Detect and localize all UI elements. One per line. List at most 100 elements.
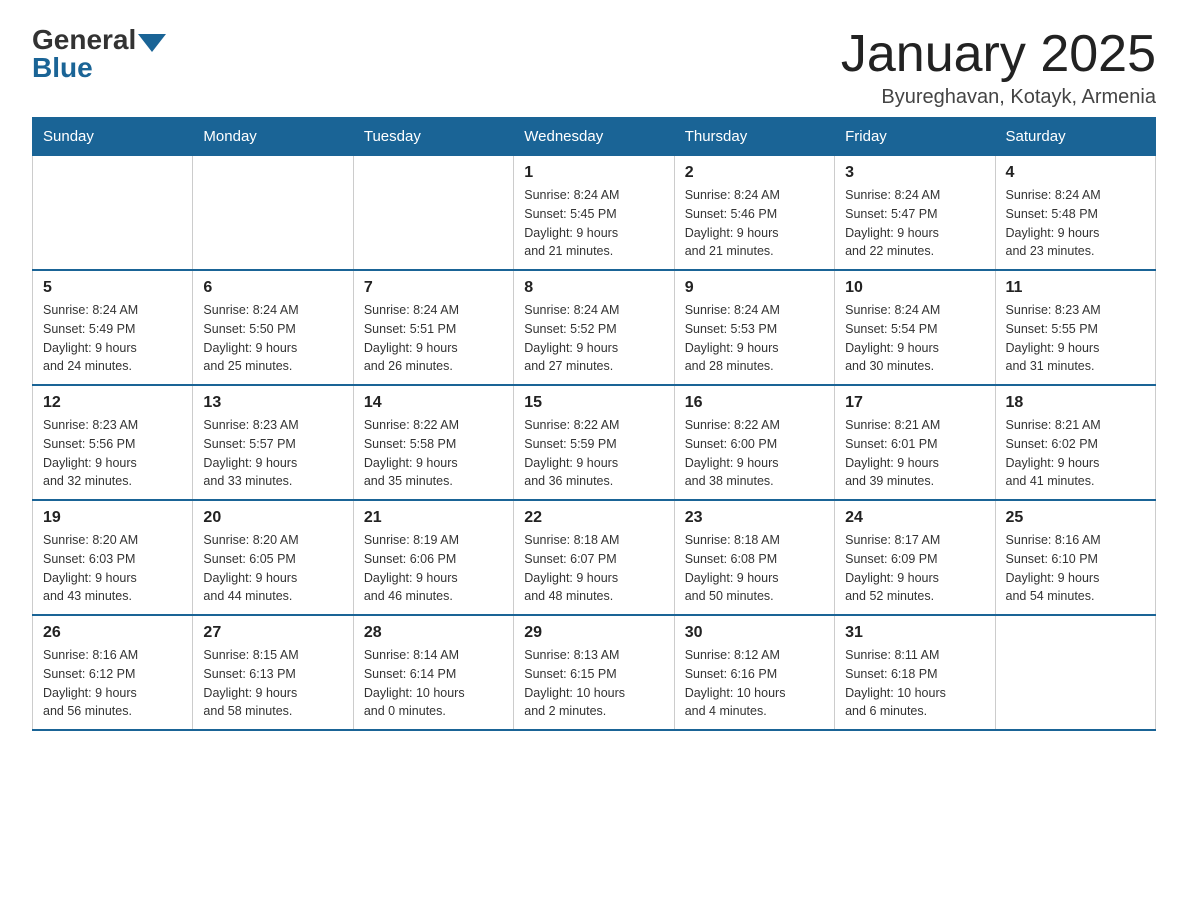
weekday-header-sunday: Sunday [33,118,193,156]
day-number: 20 [203,509,342,527]
day-number: 15 [524,394,663,412]
day-info: Sunrise: 8:23 AMSunset: 5:55 PMDaylight:… [1006,301,1145,376]
day-info: Sunrise: 8:24 AMSunset: 5:53 PMDaylight:… [685,301,824,376]
day-number: 23 [685,509,824,527]
calendar-cell: 1 Sunrise: 8:24 AMSunset: 5:45 PMDaylight… [514,156,674,271]
calendar-cell [353,156,513,271]
day-info: Sunrise: 8:22 AMSunset: 5:58 PMDaylight:… [364,416,503,491]
day-number: 12 [43,394,182,412]
calendar-cell: 15 Sunrise: 8:22 AMSunset: 5:59 PMDayligh… [514,385,674,500]
calendar-week-3: 12 Sunrise: 8:23 AMSunset: 5:56 PMDayligh… [33,385,1156,500]
day-info: Sunrise: 8:14 AMSunset: 6:14 PMDaylight:… [364,646,503,721]
day-info: Sunrise: 8:19 AMSunset: 6:06 PMDaylight:… [364,531,503,606]
calendar-cell [33,156,193,271]
calendar-cell: 31Sunrise: 8:11 AMSunset: 6:18 PMDayligh… [835,615,995,730]
calendar-cell: 14Sunrise: 8:22 AMSunset: 5:58 PMDayligh… [353,385,513,500]
location-text: Byureghavan, Kotayk, Armenia [841,86,1156,109]
day-info: Sunrise: 8:23 AMSunset: 5:56 PMDaylight:… [43,416,182,491]
day-info: Sunrise: 8:24 AMSunset: 5:45 PMDaylight:… [524,186,663,261]
weekday-header-monday: Monday [193,118,353,156]
day-number: 13 [203,394,342,412]
day-info: Sunrise: 8:24 AMSunset: 5:52 PMDaylight:… [524,301,663,376]
weekday-header-saturday: Saturday [995,118,1155,156]
calendar-cell: 29 Sunrise: 8:13 AMSunset: 6:15 PMDayligh… [514,615,674,730]
calendar-cell: 21Sunrise: 8:19 AMSunset: 6:06 PMDayligh… [353,500,513,615]
calendar-cell: 28 Sunrise: 8:14 AMSunset: 6:14 PMDayligh… [353,615,513,730]
calendar-cell: 26 Sunrise: 8:16 AMSunset: 6:12 PMDayligh… [33,615,193,730]
calendar-cell: 13 Sunrise: 8:23 AMSunset: 5:57 PMDayligh… [193,385,353,500]
day-info: Sunrise: 8:24 AMSunset: 5:48 PMDaylight:… [1006,186,1145,261]
day-info: Sunrise: 8:21 AMSunset: 6:02 PMDaylight:… [1006,416,1145,491]
day-info: Sunrise: 8:24 AMSunset: 5:54 PMDaylight:… [845,301,984,376]
day-info: Sunrise: 8:21 AMSunset: 6:01 PMDaylight:… [845,416,984,491]
calendar-cell [193,156,353,271]
weekday-header-thursday: Thursday [674,118,834,156]
day-number: 9 [685,279,824,297]
day-number: 16 [685,394,824,412]
calendar-week-2: 5Sunrise: 8:24 AMSunset: 5:49 PMDaylight… [33,270,1156,385]
day-number: 18 [1006,394,1145,412]
day-number: 28 [364,624,503,642]
calendar-cell: 18 Sunrise: 8:21 AMSunset: 6:02 PMDayligh… [995,385,1155,500]
calendar-cell: 7Sunrise: 8:24 AMSunset: 5:51 PMDaylight… [353,270,513,385]
day-info: Sunrise: 8:22 AMSunset: 5:59 PMDaylight:… [524,416,663,491]
calendar-cell: 5Sunrise: 8:24 AMSunset: 5:49 PMDaylight… [33,270,193,385]
day-number: 17 [845,394,984,412]
day-info: Sunrise: 8:24 AMSunset: 5:46 PMDaylight:… [685,186,824,261]
calendar-body: 1 Sunrise: 8:24 AMSunset: 5:45 PMDaylight… [33,156,1156,731]
day-info: Sunrise: 8:18 AMSunset: 6:07 PMDaylight:… [524,531,663,606]
calendar-cell: 4 Sunrise: 8:24 AMSunset: 5:48 PMDaylight… [995,156,1155,271]
day-number: 8 [524,279,663,297]
day-number: 1 [524,164,663,182]
day-number: 3 [845,164,984,182]
day-info: Sunrise: 8:24 AMSunset: 5:50 PMDaylight:… [203,301,342,376]
weekday-header-tuesday: Tuesday [353,118,513,156]
day-info: Sunrise: 8:20 AMSunset: 6:05 PMDaylight:… [203,531,342,606]
calendar-cell: 20 Sunrise: 8:20 AMSunset: 6:05 PMDayligh… [193,500,353,615]
logo: General Blue [32,24,166,84]
weekday-header-friday: Friday [835,118,995,156]
calendar-cell: 2 Sunrise: 8:24 AMSunset: 5:46 PMDaylight… [674,156,834,271]
day-info: Sunrise: 8:16 AMSunset: 6:12 PMDaylight:… [43,646,182,721]
calendar-cell: 22 Sunrise: 8:18 AMSunset: 6:07 PMDayligh… [514,500,674,615]
day-number: 6 [203,279,342,297]
calendar-cell: 9 Sunrise: 8:24 AMSunset: 5:53 PMDaylight… [674,270,834,385]
day-info: Sunrise: 8:17 AMSunset: 6:09 PMDaylight:… [845,531,984,606]
day-number: 31 [845,624,984,642]
day-number: 2 [685,164,824,182]
day-info: Sunrise: 8:22 AMSunset: 6:00 PMDaylight:… [685,416,824,491]
day-number: 4 [1006,164,1145,182]
day-number: 26 [43,624,182,642]
calendar-cell: 10 Sunrise: 8:24 AMSunset: 5:54 PMDayligh… [835,270,995,385]
calendar-cell: 24 Sunrise: 8:17 AMSunset: 6:09 PMDayligh… [835,500,995,615]
calendar-cell: 16 Sunrise: 8:22 AMSunset: 6:00 PMDayligh… [674,385,834,500]
title-section: January 2025 Byureghavan, Kotayk, Armeni… [841,24,1156,109]
day-info: Sunrise: 8:16 AMSunset: 6:10 PMDaylight:… [1006,531,1145,606]
calendar-week-5: 26 Sunrise: 8:16 AMSunset: 6:12 PMDayligh… [33,615,1156,730]
day-number: 11 [1006,279,1145,297]
calendar-cell: 11 Sunrise: 8:23 AMSunset: 5:55 PMDayligh… [995,270,1155,385]
calendar-cell: 27 Sunrise: 8:15 AMSunset: 6:13 PMDayligh… [193,615,353,730]
day-number: 22 [524,509,663,527]
day-info: Sunrise: 8:24 AMSunset: 5:49 PMDaylight:… [43,301,182,376]
day-number: 27 [203,624,342,642]
calendar-cell: 19Sunrise: 8:20 AMSunset: 6:03 PMDayligh… [33,500,193,615]
calendar-week-4: 19Sunrise: 8:20 AMSunset: 6:03 PMDayligh… [33,500,1156,615]
day-info: Sunrise: 8:15 AMSunset: 6:13 PMDaylight:… [203,646,342,721]
day-info: Sunrise: 8:23 AMSunset: 5:57 PMDaylight:… [203,416,342,491]
day-number: 10 [845,279,984,297]
calendar-cell: 25Sunrise: 8:16 AMSunset: 6:10 PMDayligh… [995,500,1155,615]
calendar-cell: 17 Sunrise: 8:21 AMSunset: 6:01 PMDayligh… [835,385,995,500]
day-info: Sunrise: 8:13 AMSunset: 6:15 PMDaylight:… [524,646,663,721]
calendar-cell: 30Sunrise: 8:12 AMSunset: 6:16 PMDayligh… [674,615,834,730]
day-info: Sunrise: 8:20 AMSunset: 6:03 PMDaylight:… [43,531,182,606]
calendar-cell: 8 Sunrise: 8:24 AMSunset: 5:52 PMDaylight… [514,270,674,385]
day-number: 29 [524,624,663,642]
page-header: General Blue January 2025 Byureghavan, K… [32,24,1156,109]
calendar-week-1: 1 Sunrise: 8:24 AMSunset: 5:45 PMDaylight… [33,156,1156,271]
day-number: 30 [685,624,824,642]
weekday-header-row: SundayMondayTuesdayWednesdayThursdayFrid… [33,118,1156,156]
logo-arrow-icon [138,34,166,52]
day-number: 24 [845,509,984,527]
calendar-table: SundayMondayTuesdayWednesdayThursdayFrid… [32,117,1156,731]
